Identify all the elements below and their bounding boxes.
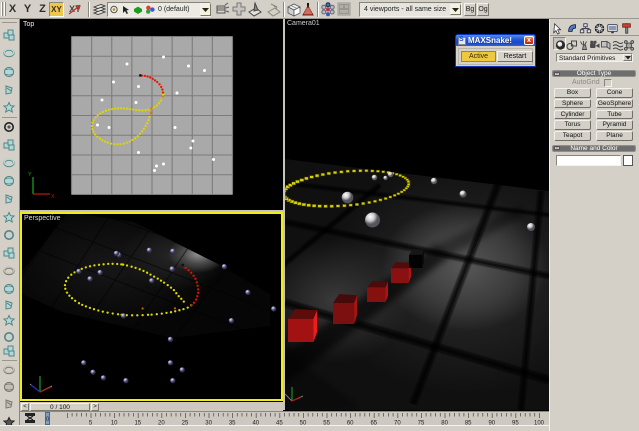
svg-text:X: X <box>51 194 55 200</box>
svg-text:Y: Y <box>28 172 32 178</box>
